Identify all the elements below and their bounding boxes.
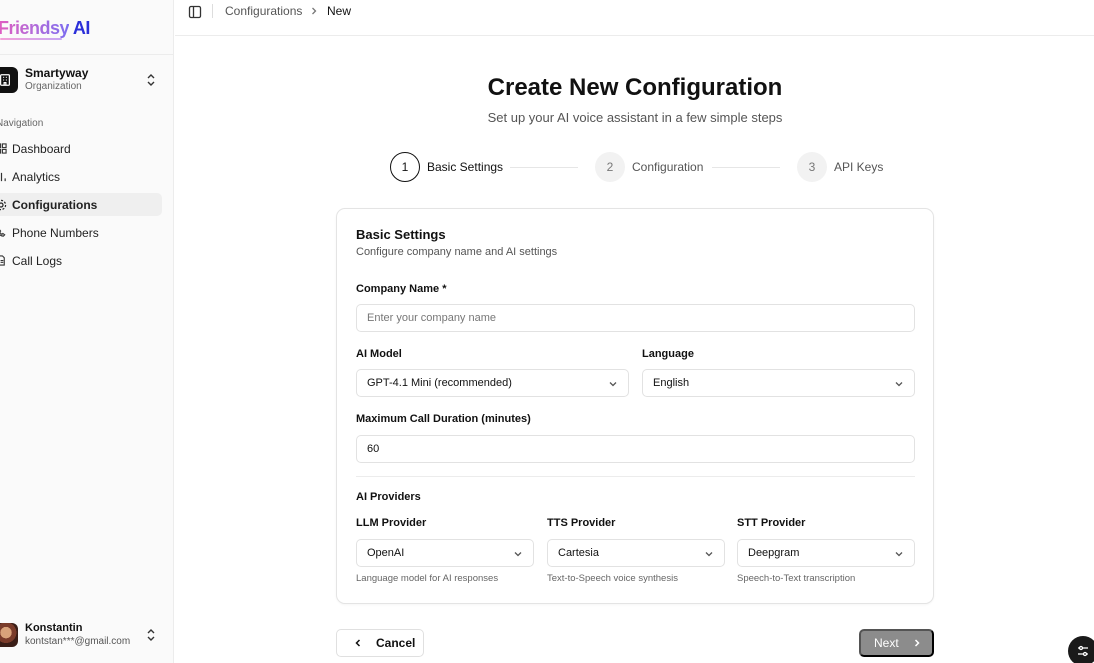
sidebar-item-label: Dashboard: [12, 141, 71, 156]
chevrons-up-down-icon: [147, 74, 155, 86]
ai-model-value: GPT-4.1 Mini (recommended): [367, 377, 512, 389]
sidebar-item-call-logs[interactable]: Call Logs: [0, 249, 162, 272]
ai-model-select[interactable]: GPT-4.1 Mini (recommended): [356, 369, 629, 397]
document-icon: [0, 254, 8, 268]
sidebar-item-label: Phone Numbers: [12, 225, 99, 240]
sidebar-item-label: Analytics: [12, 169, 61, 184]
page-title: Create New Configuration: [487, 74, 783, 101]
sidebar-toggle-icon[interactable]: [188, 5, 202, 19]
cancel-button-label: Cancel: [376, 636, 416, 650]
gear-icon: [0, 198, 8, 212]
step-2-label: Configuration: [632, 160, 704, 174]
company-name-label: Company Name *: [356, 283, 447, 295]
card-title: Basic Settings: [356, 227, 446, 242]
stt-provider-value: Deepgram: [748, 547, 800, 559]
chevron-down-icon: [514, 552, 522, 557]
language-label: Language: [642, 348, 694, 360]
sidebar-item-phone-numbers[interactable]: Phone Numbers: [0, 221, 162, 244]
max-duration-input[interactable]: 60: [356, 435, 915, 463]
step-3-indicator: 3: [797, 152, 827, 182]
language-select[interactable]: English: [642, 369, 915, 397]
app-logo[interactable]: Friendsy AI: [0, 18, 90, 39]
org-subtitle: Organization: [25, 81, 82, 93]
chevron-down-icon: [895, 552, 903, 557]
llm-provider-label: LLM Provider: [356, 517, 427, 529]
llm-provider-select[interactable]: OpenAI: [356, 539, 534, 567]
ai-model-label: AI Model: [356, 348, 402, 360]
org-switcher[interactable]: Smartyway Organization: [0, 66, 164, 94]
sliders-icon: [1078, 645, 1088, 657]
page-subtitle: Set up your AI voice assistant in a few …: [487, 110, 783, 125]
breadcrumb-parent[interactable]: Configurations: [225, 4, 302, 18]
avatar: [0, 623, 18, 647]
step-1-label: Basic Settings: [427, 160, 504, 174]
step-2-indicator: 2: [595, 152, 625, 182]
user-menu[interactable]: Konstantin kontstan***@gmail.com: [0, 620, 164, 650]
help-widget-button[interactable]: [1068, 636, 1094, 663]
chevron-right-icon: [914, 639, 920, 647]
logo-ai: AI: [72, 18, 91, 38]
stt-provider-select[interactable]: Deepgram: [737, 539, 915, 567]
breadcrumb-current: New: [327, 4, 352, 18]
next-button[interactable]: Next: [859, 629, 934, 657]
language-value: English: [653, 377, 690, 389]
org-text: Smartyway Organization: [25, 66, 89, 93]
logo-underline: [0, 38, 62, 40]
card-description: Configure company name and AI settings: [356, 246, 558, 258]
org-name: Smartyway: [25, 66, 89, 81]
cancel-button[interactable]: Cancel: [336, 629, 424, 657]
llm-provider-value: OpenAI: [367, 547, 405, 559]
chevron-left-icon: [355, 639, 361, 647]
user-text: Konstantin kontstan***@gmail.com: [25, 622, 130, 647]
sidebar: Friendsy AI Smartyway Organization Navig…: [0, 0, 174, 663]
sidebar-item-label: Call Logs: [12, 253, 63, 268]
logo-brand: Friendsy: [0, 18, 70, 38]
company-name-input[interactable]: Enter your company name: [356, 304, 915, 332]
chevron-right-icon: [312, 7, 317, 15]
card-divider: [356, 476, 915, 477]
chevron-down-icon: [895, 382, 903, 387]
user-name: Konstantin: [25, 622, 83, 635]
max-duration-label: Maximum Call Duration (minutes): [356, 413, 531, 425]
sidebar-item-dashboard[interactable]: Dashboard: [0, 137, 162, 160]
chevrons-up-down-icon: [147, 629, 155, 641]
user-email: kontstan***@gmail.com: [25, 635, 131, 647]
sidebar-divider: [0, 54, 173, 55]
nav-section-label: Navigation: [0, 118, 44, 129]
stt-provider-help: Speech-to-Text transcription: [737, 573, 856, 584]
llm-provider-help: Language model for AI responses: [356, 573, 499, 584]
tts-provider-select[interactable]: Cartesia: [547, 539, 725, 567]
topbar-separator: [212, 4, 213, 18]
step-connector: [510, 167, 578, 168]
chevron-down-icon: [705, 552, 713, 557]
tts-provider-label: TTS Provider: [547, 517, 616, 529]
building-icon: [0, 67, 18, 93]
chevron-down-icon: [609, 382, 617, 387]
step-connector: [712, 167, 780, 168]
step-1-indicator: 1: [390, 152, 420, 182]
sidebar-item-configurations[interactable]: Configurations: [0, 193, 162, 216]
next-button-label: Next: [874, 636, 899, 650]
phone-icon: [0, 226, 8, 240]
stt-provider-label: STT Provider: [737, 517, 806, 529]
step-3-label: API Keys: [834, 160, 884, 174]
ai-providers-label: AI Providers: [356, 491, 421, 503]
tts-provider-value: Cartesia: [558, 547, 599, 559]
sidebar-item-label: Configurations: [12, 197, 98, 212]
tts-provider-help: Text-to-Speech voice synthesis: [547, 573, 678, 584]
sidebar-item-analytics[interactable]: Analytics: [0, 165, 162, 188]
grid-icon: [0, 142, 8, 156]
bar-chart-icon: [0, 170, 8, 184]
topbar: Configurations New: [175, 0, 1094, 36]
basic-settings-card: Basic Settings Configure company name an…: [336, 208, 934, 604]
